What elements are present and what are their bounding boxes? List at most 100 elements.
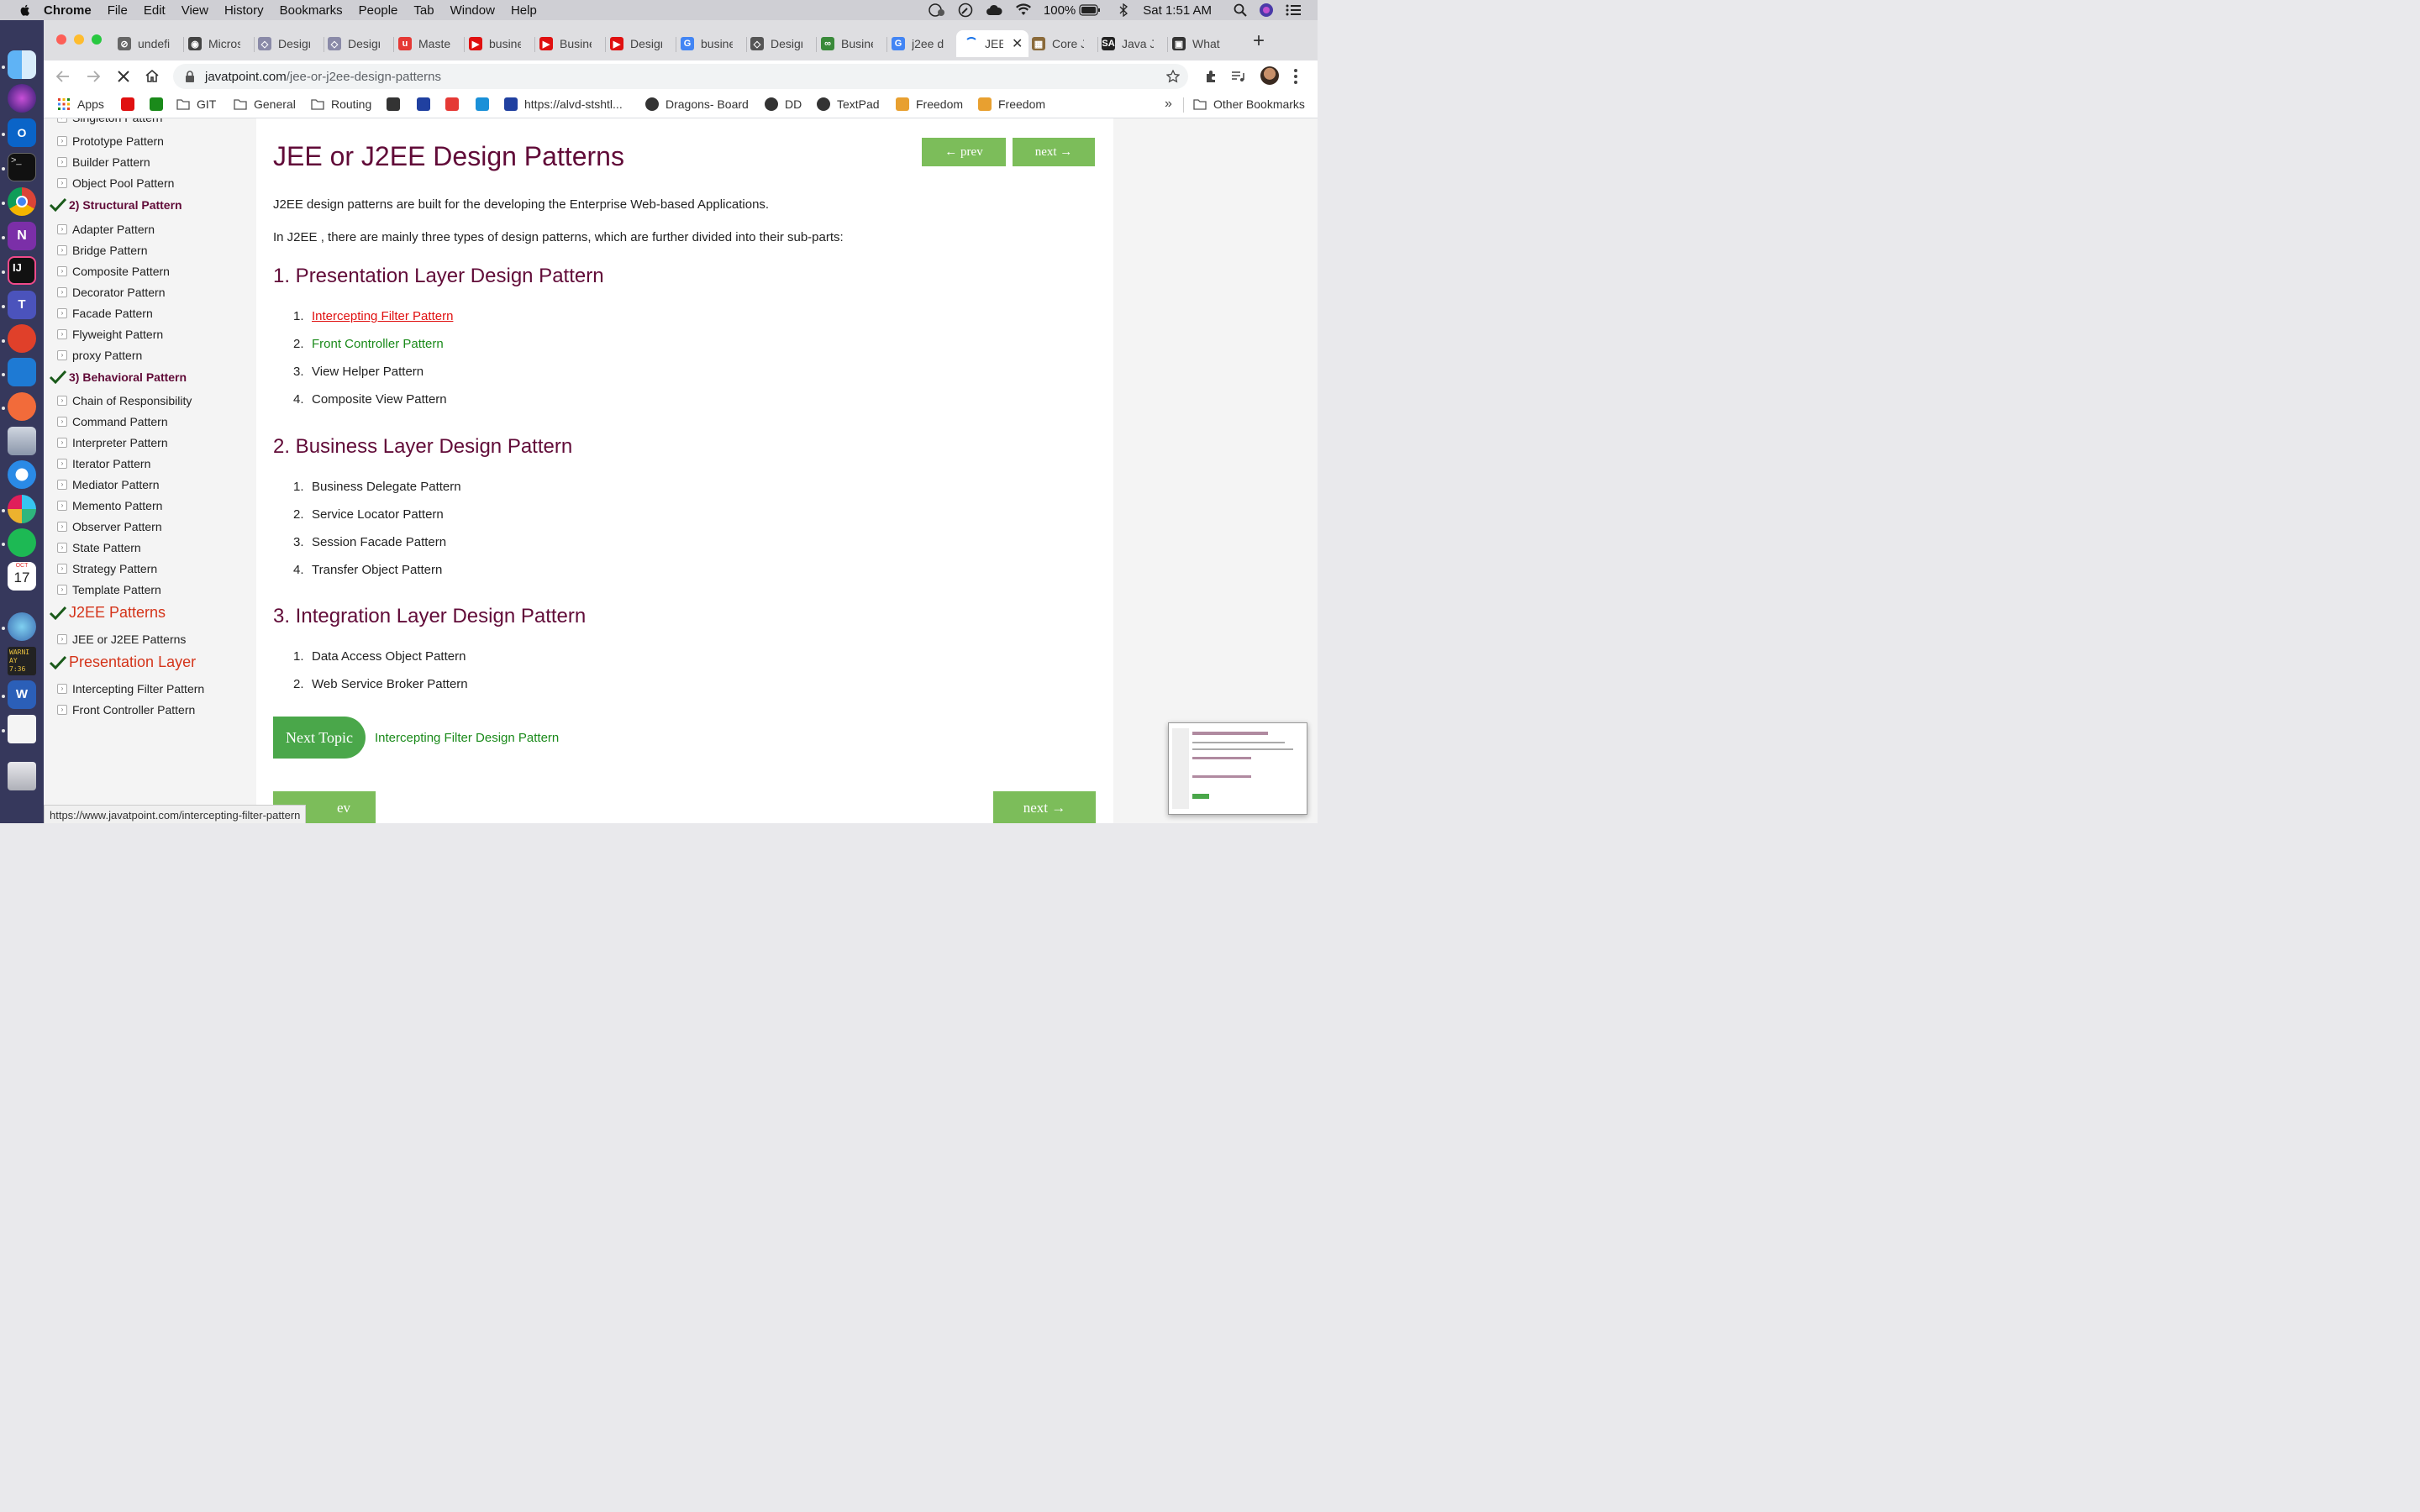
tab-item[interactable]: ◉ Micros xyxy=(188,30,249,57)
close-window-button[interactable] xyxy=(56,34,66,45)
search-icon[interactable] xyxy=(1234,3,1247,17)
database-icon[interactable] xyxy=(8,427,36,455)
keychain-icon[interactable] xyxy=(8,612,36,641)
wifi-icon[interactable] xyxy=(1015,3,1032,17)
sidebar-item[interactable]: › Command Pattern xyxy=(57,415,168,428)
sidebar-item[interactable]: › Template Pattern xyxy=(57,583,161,596)
bookmarks-overflow-button[interactable]: » xyxy=(1165,97,1172,112)
screenshot-thumbnail[interactable] xyxy=(1168,722,1307,815)
bookmark-item[interactable]: Routing xyxy=(311,97,371,111)
intellij-icon[interactable]: IJ xyxy=(8,256,36,285)
siri-icon[interactable] xyxy=(1259,3,1274,18)
remote-desktop-icon[interactable] xyxy=(8,324,36,353)
tab-item[interactable]: ▶ busine xyxy=(469,30,529,57)
bookmark-item[interactable]: GIT xyxy=(176,97,216,111)
list-item-text[interactable]: Intercepting Filter Pattern xyxy=(312,309,453,323)
battery-icon[interactable] xyxy=(1079,4,1101,16)
finder-icon[interactable] xyxy=(8,50,36,79)
console-icon[interactable]: WARNI AY 7:36 xyxy=(8,647,36,675)
siri-dock-icon[interactable] xyxy=(8,84,36,113)
profile-avatar[interactable] xyxy=(1260,66,1279,85)
bookmark-item[interactable]: TextPad xyxy=(817,97,880,111)
sidebar-item[interactable]: › Interpreter Pattern xyxy=(57,436,168,449)
sidebar-item[interactable]: › proxy Pattern xyxy=(57,349,142,362)
menu-file[interactable]: File xyxy=(108,3,128,18)
sidebar-item[interactable]: › Bridge Pattern xyxy=(57,244,148,257)
menu-window[interactable]: Window xyxy=(450,3,495,18)
tab-item[interactable]: ▣ What xyxy=(1172,30,1233,57)
trash-icon[interactable] xyxy=(8,762,36,790)
sidebar-item[interactable]: › Facade Pattern xyxy=(57,307,153,320)
tab-item[interactable]: ▶ Busine xyxy=(539,30,600,57)
new-tab-button[interactable]: + xyxy=(1250,31,1267,51)
other-bookmarks-folder[interactable]: Other Bookmarks xyxy=(1193,97,1305,111)
maximize-window-button[interactable] xyxy=(92,34,102,45)
sidebar-item[interactable]: › Chain of Responsibility xyxy=(57,394,192,407)
prev-button[interactable]: ← prev xyxy=(922,138,1006,166)
sidebar-item[interactable]: › Strategy Pattern xyxy=(57,562,157,575)
postman-icon[interactable] xyxy=(8,392,36,421)
sidebar-item[interactable]: › Front Controller Pattern xyxy=(57,703,195,717)
outlook-icon[interactable]: O xyxy=(8,118,36,147)
sidebar-item[interactable]: › Adapter Pattern xyxy=(57,223,155,236)
stop-loading-icon[interactable] xyxy=(116,69,131,84)
word-icon[interactable]: W xyxy=(8,680,36,709)
lock-icon[interactable] xyxy=(185,71,195,82)
sidebar-item[interactable]: › Singleton Pattern xyxy=(57,118,162,124)
menu-history[interactable]: History xyxy=(224,3,264,18)
battery-percent[interactable]: 100% xyxy=(1044,3,1076,18)
sidebar-heading-presentation[interactable]: Presentation Layer xyxy=(49,654,196,671)
extensions-icon[interactable] xyxy=(1203,69,1218,84)
sidebar-item[interactable]: › Builder Pattern xyxy=(57,155,150,169)
teams-icon[interactable]: T xyxy=(8,291,36,319)
bottom-next-button[interactable]: next → xyxy=(993,791,1096,823)
tab-item[interactable]: Gj2ee d xyxy=(892,30,952,57)
address-bar[interactable]: javatpoint.com/jee-or-j2ee-design-patter… xyxy=(173,64,1188,89)
menu-people[interactable]: People xyxy=(359,3,398,18)
chrome-icon[interactable] xyxy=(8,187,36,216)
vscode-icon[interactable] xyxy=(8,358,36,386)
slack-icon[interactable] xyxy=(8,495,36,523)
back-arrow-icon[interactable] xyxy=(55,69,71,84)
bookmark-item[interactable]: Apps xyxy=(57,97,104,111)
spotify-icon[interactable] xyxy=(8,528,36,557)
apple-menu-icon[interactable] xyxy=(18,3,32,17)
safari-icon[interactable] xyxy=(8,460,36,489)
calendar-icon[interactable]: OCT 17 xyxy=(8,562,36,591)
bookmark-star-icon[interactable] xyxy=(1166,70,1180,83)
next-button[interactable]: next → xyxy=(1013,138,1095,166)
sidebar-item-jee[interactable]: › JEE or J2EE Patterns xyxy=(57,633,186,646)
sidebar-item[interactable]: › Intercepting Filter Pattern xyxy=(57,682,204,696)
chrome-menu-icon[interactable] xyxy=(1294,69,1297,84)
forward-arrow-icon[interactable] xyxy=(86,69,101,84)
menu-view[interactable]: View xyxy=(182,3,208,18)
sidebar-item[interactable]: › Iterator Pattern xyxy=(57,457,150,470)
tab-item[interactable]: u Maste xyxy=(398,30,459,57)
bookmark-item[interactable] xyxy=(445,97,466,111)
bookmark-item[interactable]: Dragons- Board xyxy=(645,97,749,111)
menu-edit[interactable]: Edit xyxy=(144,3,166,18)
bookmark-item[interactable]: Freedom xyxy=(896,97,963,111)
vpn-icon[interactable] xyxy=(928,3,946,18)
tab-item[interactable]: Gbusine xyxy=(681,30,741,57)
sidebar-item[interactable]: › Decorator Pattern xyxy=(57,286,166,299)
tab-item[interactable]: ⊘ undefi xyxy=(118,30,178,57)
sidebar-item[interactable]: › State Pattern xyxy=(57,541,141,554)
bookmark-item[interactable] xyxy=(150,97,170,111)
list-item-text[interactable]: Front Controller Pattern xyxy=(312,337,444,351)
tab-item[interactable]: SA Java J xyxy=(1102,30,1162,57)
bluetooth-icon[interactable] xyxy=(1119,3,1128,17)
sidebar-heading-j2ee[interactable]: J2EE Patterns xyxy=(49,604,166,622)
bookmark-item[interactable] xyxy=(387,97,407,111)
sidebar-item[interactable]: › Composite Pattern xyxy=(57,265,170,278)
creative-cloud-icon[interactable] xyxy=(985,3,1003,17)
pattern-link[interactable]: 1. Intercepting Filter Pattern xyxy=(293,309,453,323)
spotlight-alt-icon[interactable] xyxy=(958,3,973,18)
bookmark-item[interactable] xyxy=(476,97,496,111)
close-tab-icon[interactable]: ✕ xyxy=(1012,35,1023,52)
minimize-window-button[interactable] xyxy=(74,34,84,45)
sidebar-heading-behavioral[interactable]: 3) Behavioral Pattern xyxy=(49,370,187,385)
bookmark-item[interactable] xyxy=(121,97,141,111)
bookmark-item[interactable]: https://alvd-stshtl... xyxy=(504,97,623,111)
tab-item[interactable]: ∞ Busine xyxy=(821,30,881,57)
